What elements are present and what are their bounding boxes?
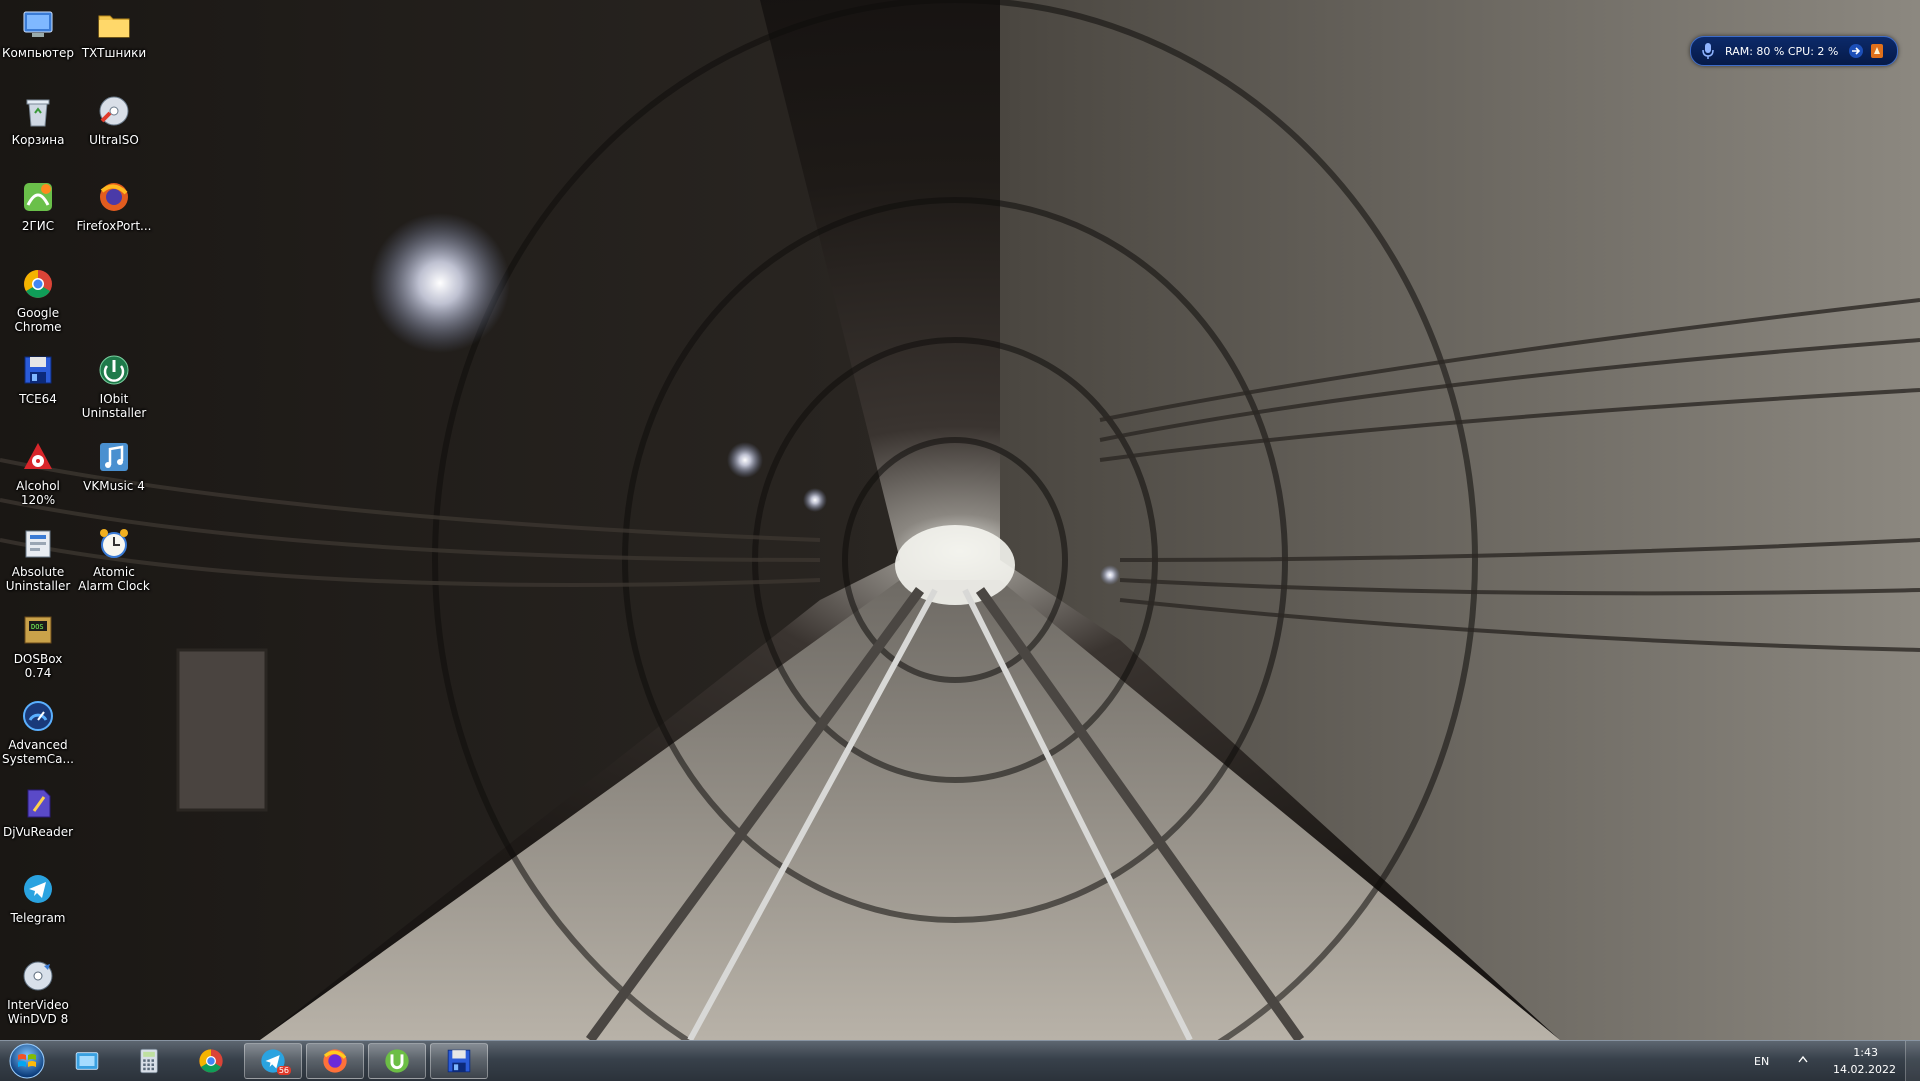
clock-date[interactable]: 14.02.2022 [1833, 1063, 1896, 1076]
desktop-icon-label: Atomic Alarm Clock [78, 565, 150, 593]
taskbar-button-total-commander[interactable] [430, 1043, 488, 1079]
notification-badge: 56 [276, 1066, 291, 1075]
taskbar: 56 EN 1:43 14.02.2022 [0, 1040, 1920, 1081]
desktop-icon-advanced-systemcare[interactable]: Advanced SystemCa... [0, 694, 76, 778]
taskbar-button-utorrent[interactable] [368, 1043, 426, 1079]
desktop-wallpaper [0, 0, 1920, 1040]
desktop-icon-total-commander[interactable]: TCE64 [0, 348, 76, 432]
chrome-icon [199, 1049, 223, 1073]
microphone-icon [1702, 43, 1714, 59]
desktop-icon-grid: Компьютер TXTшники Корзина UltraISO 2ГИС Fire… [0, 0, 160, 1040]
desktop-icon-label: Absolute Uninstaller [5, 565, 71, 593]
explorer-icon [75, 1052, 99, 1070]
desktop-icon-label: Компьютер [2, 46, 74, 60]
windvd-icon [23, 961, 53, 990]
show-desktop-button[interactable] [1905, 1041, 1920, 1081]
alert-icon[interactable] [1870, 43, 1884, 59]
desktop-icon-label: Advanced SystemCa... [2, 738, 74, 766]
desktop-icon-label: 2ГИС [21, 219, 55, 233]
svg-text:DOS: DOS [31, 623, 44, 631]
desktop-icon-label: Alcohol 120% [16, 478, 60, 507]
desktop-icon-iobit-uninstaller[interactable]: IObit Uninstaller [76, 348, 152, 432]
desktop-icon-djvureader[interactable]: DjVuReader [0, 781, 76, 865]
firefox-portable-icon [100, 183, 128, 211]
windows-start-icon [9, 1043, 45, 1079]
chrome-icon [24, 269, 52, 298]
desktop-icon-label: TXTшники [81, 46, 147, 60]
telegram-icon [24, 875, 52, 903]
system-monitor-widget[interactable]: RAM: 80 % CPU: 2 % [1690, 36, 1898, 66]
system-monitor-readout: RAM: 80 % CPU: 2 % [1725, 44, 1839, 58]
vkmusic-icon [100, 442, 128, 471]
taskbar-button-telegram[interactable]: 56 [244, 1043, 302, 1079]
start-button[interactable] [4, 1042, 50, 1080]
system-tray: EN 1:43 14.02.2022 [1720, 1041, 1920, 1081]
desktop-icon-label: FirefoxPort... [76, 219, 152, 233]
calculator-icon [140, 1048, 158, 1074]
firefox-icon [323, 1049, 347, 1073]
desktop-icon-folder[interactable]: TXTшники [76, 2, 152, 86]
advanced-systemcare-icon [23, 701, 53, 731]
desktop-icon-vkmusic[interactable]: VKMusic 4 [76, 435, 152, 519]
desktop-icon-computer[interactable]: Компьютер [0, 2, 76, 86]
desktop-icon-alarm-clock[interactable]: Atomic Alarm Clock [76, 521, 152, 605]
desktop-icon-label: Корзина [11, 132, 65, 147]
total-commander-icon [24, 356, 52, 384]
desktop-icon-firefox-portable[interactable]: FirefoxPort... [76, 175, 152, 259]
desktop-icon-label: TCE64 [19, 392, 57, 406]
desktop-icon-label: DjVuReader [2, 824, 74, 839]
djvureader-icon [27, 789, 51, 817]
desktop-icon-label: DOSBox 0.74 [13, 651, 63, 680]
alcohol-icon [24, 442, 52, 469]
desktop-icon-label: InterVideo WinDVD 8 [7, 997, 69, 1026]
desktop-icon-label: VKMusic 4 [83, 478, 145, 493]
desktop-icon-label: Google Chrome [14, 305, 62, 334]
taskbar-button-calculator[interactable] [120, 1043, 178, 1079]
alarm-clock-icon [100, 529, 128, 558]
iobit-uninstaller-icon [99, 355, 129, 385]
desktop-icon-label: IObit Uninstaller [81, 392, 147, 420]
language-indicator[interactable]: EN [1754, 1055, 1769, 1068]
show-hidden-icons-icon[interactable] [1798, 1054, 1808, 1066]
desktop-icon-label: Telegram [10, 911, 66, 925]
total-commander-icon [447, 1049, 471, 1073]
desktop-icon-telegram[interactable]: Telegram [0, 867, 76, 951]
taskbar-button-firefox[interactable] [306, 1043, 364, 1079]
taskbar-button-explorer[interactable] [58, 1043, 116, 1079]
desktop-icon-absolute-uninstaller[interactable]: Absolute Uninstaller [0, 521, 76, 605]
ultraiso-icon [99, 96, 129, 125]
folder-icon [98, 15, 130, 38]
desktop-icon-label: UltraISO [89, 132, 139, 147]
desktop-icon-windvd[interactable]: InterVideo WinDVD 8 [0, 954, 76, 1038]
absolute-uninstaller-icon [25, 530, 51, 558]
clock-time[interactable]: 1:43 [1853, 1046, 1878, 1059]
desktop-icon-alcohol[interactable]: Alcohol 120% [0, 435, 76, 519]
computer-icon [23, 11, 53, 37]
arrow-right-icon[interactable] [1848, 43, 1864, 59]
desktop-icon-chrome[interactable]: Google Chrome [0, 262, 76, 346]
dosbox-icon: DOS [24, 616, 52, 643]
recycle-bin-icon [26, 99, 50, 126]
utorrent-icon [385, 1049, 409, 1073]
taskbar-button-chrome[interactable] [182, 1043, 240, 1079]
desktop-icon-dosbox[interactable]: DOS DOSBox 0.74 [0, 608, 76, 692]
2gis-icon [24, 183, 52, 211]
desktop-icon-recycle-bin[interactable]: Корзина [0, 89, 76, 173]
desktop-icon-2gis[interactable]: 2ГИС [0, 175, 76, 259]
desktop-icon-ultraiso[interactable]: UltraISO [76, 89, 152, 173]
